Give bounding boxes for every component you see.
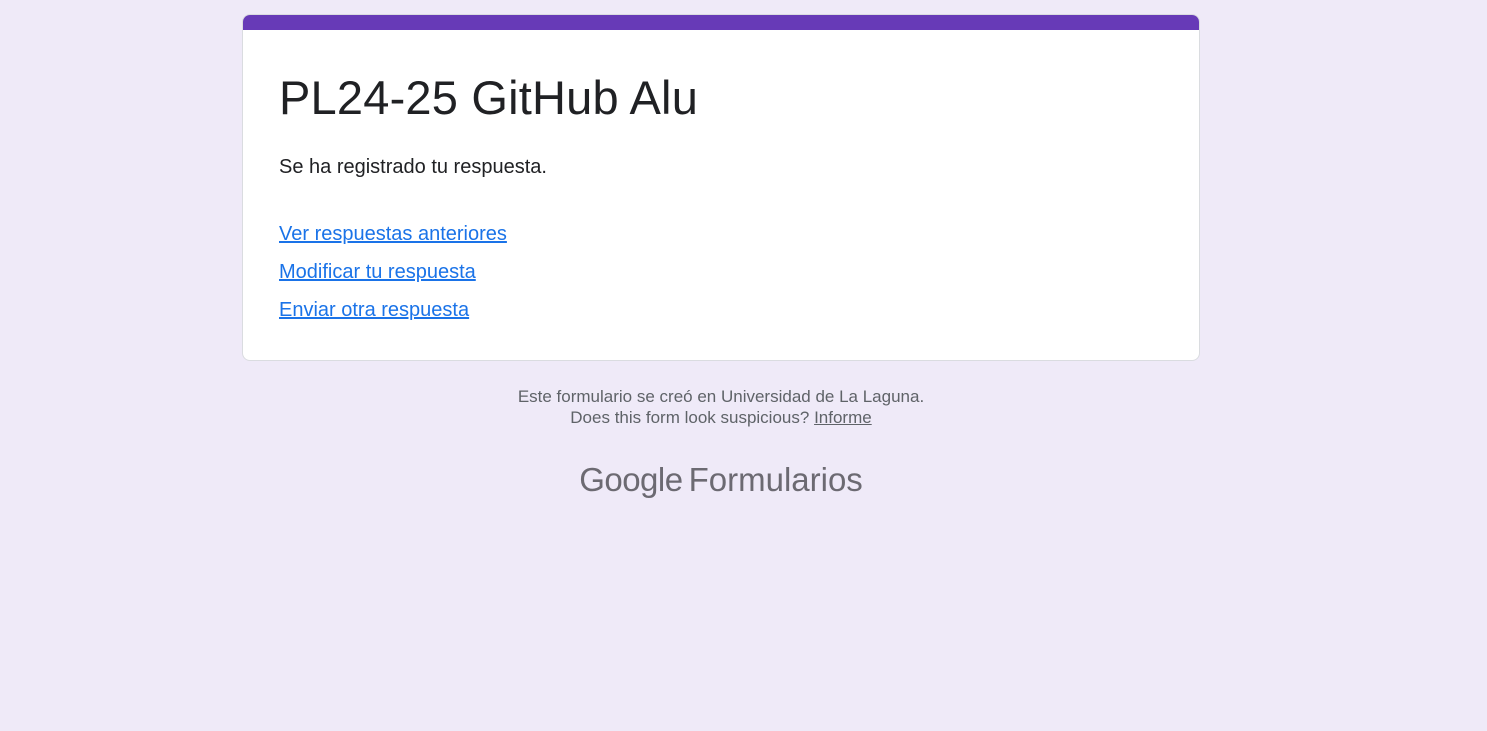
suspicious-line: Does this form look suspicious? Informe bbox=[242, 407, 1200, 428]
created-in-text: Este formulario se creó en Universidad d… bbox=[517, 387, 925, 406]
google-wordmark: Google bbox=[579, 461, 683, 498]
edit-response-link[interactable]: Modificar tu respuesta bbox=[279, 259, 476, 285]
report-link[interactable]: Informe bbox=[814, 408, 872, 427]
confirmation-card: PL24-25 GitHub Alu Se ha registrado tu r… bbox=[242, 14, 1200, 361]
form-confirmation-page: PL24-25 GitHub Alu Se ha registrado tu r… bbox=[0, 0, 1487, 731]
form-footer: Este formulario se creó en Universidad d… bbox=[242, 386, 1200, 428]
view-previous-responses-link[interactable]: Ver respuestas anteriores bbox=[279, 221, 507, 247]
response-links: Ver respuestas anteriores Modificar tu r… bbox=[279, 221, 1163, 323]
form-title: PL24-25 GitHub Alu bbox=[279, 71, 699, 124]
product-wordmark: Formularios bbox=[688, 461, 863, 498]
confirmation-message: Se ha registrado tu respuesta. bbox=[279, 156, 547, 178]
card-accent-bar bbox=[243, 15, 1199, 30]
card-content: PL24-25 GitHub Alu Se ha registrado tu r… bbox=[279, 70, 1163, 335]
suspicious-question: Does this form look suspicious? bbox=[570, 408, 815, 427]
submit-another-response-link[interactable]: Enviar otra respuesta bbox=[279, 297, 469, 323]
google-forms-logo[interactable]: Google Formularios bbox=[242, 458, 1200, 502]
